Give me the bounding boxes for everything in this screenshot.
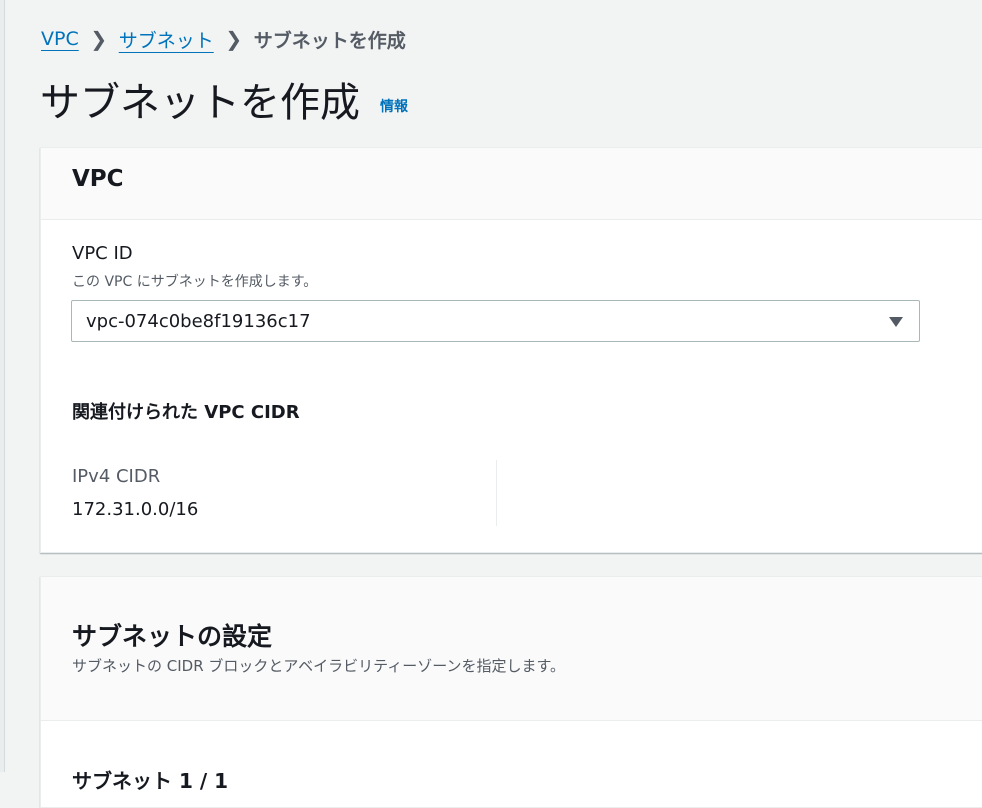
associated-cidr-heading: 関連付けられた VPC CIDR [72,402,300,423]
breadcrumb-current: サブネットを作成 [253,29,406,52]
caret-down-icon [889,317,903,327]
subnet-settings-header: サブネットの設定 サブネットの CIDR ブロックとアベイラビリティーゾーンを指… [41,577,982,721]
info-link[interactable]: 情報 [380,96,408,116]
left-edge-rule [0,0,5,772]
breadcrumb: VPC ❯ サブネット ❯ サブネットを作成 [41,24,406,54]
subnet-settings-panel: サブネットの設定 サブネットの CIDR ブロックとアベイラビリティーゾーンを指… [40,576,982,808]
vpc-id-select[interactable]: vpc-074c0be8f19136c17 [71,300,920,342]
vpc-id-description: この VPC にサブネットを作成します。 [72,274,318,290]
ipv4-cidr-value: 172.31.0.0/16 [72,499,199,520]
subnet-section-title: サブネット 1 / 1 [72,769,229,793]
chevron-right-icon: ❯ [225,27,243,51]
ipv4-cidr-label: IPv4 CIDR [72,466,161,487]
vpc-panel-header: VPC [41,148,982,220]
column-divider [496,460,497,526]
page-title: サブネットを作成 [40,80,360,126]
page-header: サブネットを作成 情報 [40,74,408,128]
subnet-settings-title: サブネットの設定 [72,622,273,651]
vpc-panel: VPC VPC ID この VPC にサブネットを作成します。 vpc-074c… [40,147,982,553]
vpc-id-selected-value: vpc-074c0be8f19136c17 [86,310,311,332]
breadcrumb-link-subnets[interactable]: サブネット [119,26,214,53]
chevron-right-icon: ❯ [90,27,108,51]
vpc-panel-title: VPC [72,166,124,192]
breadcrumb-link-vpc[interactable]: VPC [41,28,79,50]
vpc-id-label: VPC ID [72,243,133,264]
subnet-settings-description: サブネットの CIDR ブロックとアベイラビリティーゾーンを指定します。 [72,657,565,675]
